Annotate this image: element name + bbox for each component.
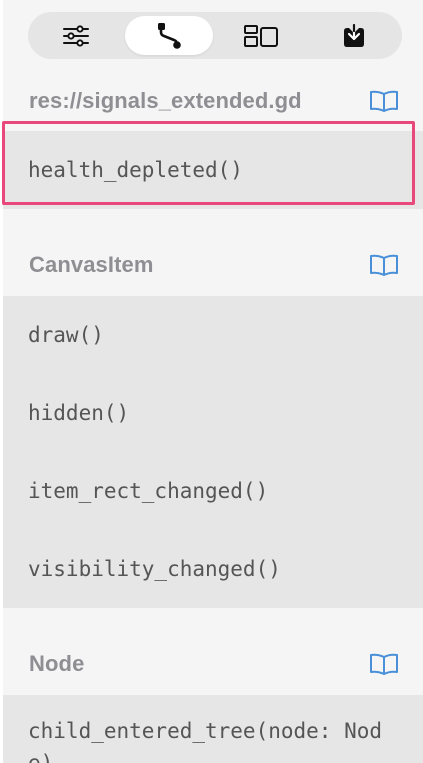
import-tab-button[interactable] [310, 16, 398, 55]
signal-list-script: health_depleted() [3, 131, 423, 209]
section-title: res://signals_extended.gd [29, 88, 302, 113]
inspector-toolbar [28, 12, 402, 59]
groups-tab-button[interactable] [217, 16, 305, 55]
book-icon[interactable] [369, 652, 399, 676]
groups-icon [244, 24, 279, 47]
signal-label: health_depleted() [28, 158, 243, 182]
book-icon[interactable] [369, 89, 399, 113]
signal-label: visibility_changed() [28, 557, 281, 581]
section-title: Node [29, 651, 85, 676]
section-header-canvasitem: CanvasItem [29, 250, 399, 280]
signals-panel: res://signals_extended.gd health_deplete… [3, 0, 423, 763]
signal-item[interactable]: draw() [3, 296, 423, 374]
section-title: CanvasItem [29, 252, 154, 277]
signal-item[interactable]: item_rect_changed() [3, 452, 423, 530]
section-header-node: Node [29, 649, 399, 679]
signal-item[interactable]: child_entered_tree(node: Node) [3, 695, 423, 763]
signal-label: child_entered_tree(node: Node) [28, 719, 383, 763]
signals-tab-button[interactable] [124, 16, 213, 55]
signal-item[interactable]: health_depleted() [3, 131, 423, 209]
signal-label: draw() [28, 323, 104, 347]
sliders-icon [63, 24, 89, 47]
signal-item[interactable]: visibility_changed() [3, 530, 423, 608]
properties-tab-button[interactable] [32, 16, 120, 55]
signal-label: item_rect_changed() [28, 479, 269, 503]
signal-item[interactable]: hidden() [3, 374, 423, 452]
signal-label: hidden() [28, 401, 130, 425]
signal-list-node: child_entered_tree(node: Node) [3, 695, 423, 763]
signal-connection-icon [157, 22, 181, 49]
book-icon[interactable] [369, 253, 399, 277]
section-header-script: res://signals_extended.gd [29, 86, 399, 116]
import-icon [343, 23, 364, 47]
signal-list-canvasitem: draw() hidden() item_rect_changed() visi… [3, 296, 423, 608]
